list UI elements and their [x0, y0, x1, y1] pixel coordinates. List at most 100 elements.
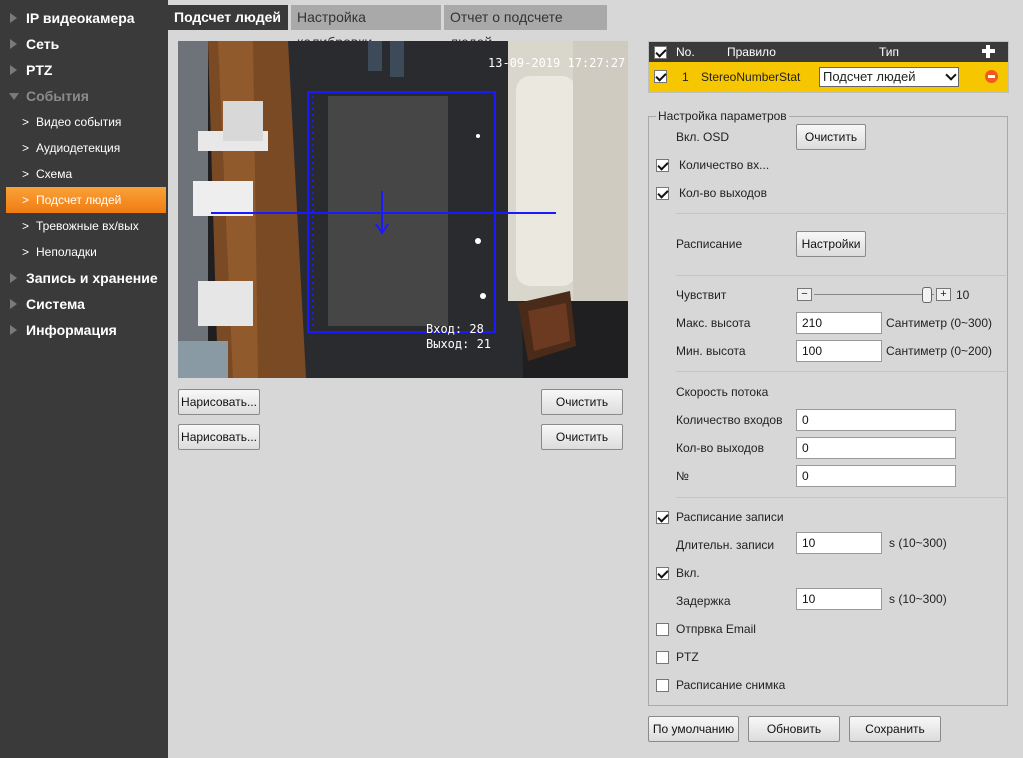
flow-out-label: Кол-во выходов [676, 441, 764, 455]
select-all-checkbox[interactable] [654, 46, 667, 59]
max-height-unit: Сантиметр (0~300) [886, 316, 993, 330]
nav-ptz[interactable]: PTZ [0, 57, 168, 83]
draw-line-button[interactable]: Нарисовать... [178, 424, 260, 450]
record-schedule-checkbox[interactable] [656, 511, 669, 524]
save-button[interactable]: Сохранить [849, 716, 941, 742]
rule-type-value: Подсчет людей [823, 69, 916, 84]
tab-report[interactable]: Отчет о подсчете людей [444, 5, 607, 50]
snapshot-schedule-label: Расписание снимка [676, 678, 786, 692]
separator [676, 371, 1006, 372]
slider-thumb[interactable] [922, 287, 932, 303]
count-out-checkbox[interactable] [656, 187, 669, 200]
col-rule: Правило [727, 45, 776, 59]
nav-label: PTZ [26, 62, 53, 78]
schedule-settings-button[interactable]: Настройки [796, 231, 866, 257]
separator [676, 275, 1006, 276]
draw-region-button[interactable]: Нарисовать... [178, 389, 260, 415]
chevron-right-icon: > [22, 245, 30, 259]
nav-sub-label: Видео события [36, 115, 122, 129]
max-height-label: Макс. высота [676, 316, 751, 330]
caret-right-icon [10, 13, 17, 23]
flow-in-input[interactable]: 0 [796, 409, 956, 431]
video-preview[interactable]: 13-09-2019 17:27:27 Вход: 28 Выход: 21 [178, 41, 628, 378]
ptz-checkbox[interactable] [656, 651, 669, 664]
nav-sub-abnormality[interactable]: > Неполадки [6, 239, 166, 265]
nav-label: IP видеокамера [26, 10, 135, 26]
snapshot-schedule-checkbox[interactable] [656, 679, 669, 692]
rule-row[interactable]: 1 StereoNumberStat Подсчет людей [649, 62, 1008, 92]
nav-sub-scheme[interactable]: > Схема [6, 161, 166, 187]
default-button[interactable]: По умолчанию [648, 716, 739, 742]
delete-rule-icon[interactable] [985, 70, 998, 83]
nav-sub-people-counting[interactable]: > Подсчет людей [6, 187, 166, 213]
nav-label: Информация [26, 322, 117, 338]
nav-sub-alarm-io[interactable]: > Тревожные вх/вых [6, 213, 166, 239]
nav-ip-camera[interactable]: IP видеокамера [0, 5, 168, 31]
nav-system[interactable]: Система [0, 291, 168, 317]
nav-network[interactable]: Сеть [0, 31, 168, 57]
tab-people-counting[interactable]: Подсчет людей [168, 5, 288, 30]
chevron-down-icon [945, 69, 957, 81]
flow-no-input[interactable]: 0 [796, 465, 956, 487]
flow-out-input[interactable]: 0 [796, 437, 956, 459]
caret-right-icon [10, 273, 17, 283]
clear-region-button[interactable]: Очистить [541, 389, 623, 415]
sensitivity-value: 10 [956, 288, 970, 302]
nav-label: События [26, 88, 89, 104]
record-duration-unit: s (10~300) [889, 536, 947, 550]
send-email-label: Отпрвка Email [676, 622, 756, 636]
nav-info[interactable]: Информация [0, 317, 168, 343]
add-rule-icon[interactable] [982, 45, 995, 58]
nav-label: Система [26, 296, 85, 312]
min-height-label: Мин. высота [676, 344, 746, 358]
nav-events[interactable]: События [0, 83, 168, 109]
tab-calibration[interactable]: Настройка калибровки [291, 5, 441, 50]
record-schedule-label: Расписание записи [676, 510, 784, 524]
chevron-right-icon: > [22, 167, 30, 181]
schedule-label: Расписание [676, 237, 743, 251]
record-duration-input[interactable]: 10 [796, 532, 882, 554]
caret-right-icon [10, 39, 17, 49]
nav-label: Запись и хранение [26, 270, 158, 286]
chevron-right-icon: > [22, 115, 30, 129]
parameters-legend: Настройка параметров [656, 109, 789, 123]
nav-storage[interactable]: Запись и хранение [0, 265, 168, 291]
rule-type-select[interactable]: Подсчет людей [819, 67, 959, 87]
flow-in-label: Количество входов [676, 413, 783, 427]
nav-sub-video-events[interactable]: > Видео события [6, 109, 166, 135]
osd-timestamp: 13-09-2019 17:27:27 [488, 56, 626, 70]
count-in-checkbox[interactable] [656, 159, 669, 172]
count-out-label: Кол-во выходов [679, 186, 767, 200]
nav-sub-label: Тревожные вх/вых [36, 219, 139, 233]
caret-down-icon [9, 93, 19, 100]
chevron-right-icon: > [22, 193, 30, 207]
slider-track [814, 294, 934, 295]
flow-speed-label: Скорость потока [676, 385, 769, 399]
rule-name: StereoNumberStat [701, 70, 801, 84]
nav-sub-audio-detection[interactable]: > Аудиодетекция [6, 135, 166, 161]
chevron-right-icon: > [22, 141, 30, 155]
col-type: Тип [879, 45, 900, 59]
caret-right-icon [10, 325, 17, 335]
rule-number: 1 [682, 70, 689, 84]
nav-sub-label: Подсчет людей [36, 193, 122, 207]
delay-unit: s (10~300) [889, 592, 947, 606]
delay-input[interactable]: 10 [796, 588, 882, 610]
rule-enable-checkbox[interactable] [654, 70, 667, 83]
rules-table: No. Правило Тип 1 StereoNumberStat Подсч… [648, 41, 1009, 93]
delay-label: Задержка [676, 594, 731, 608]
nav-sub-label: Неполадки [36, 245, 97, 259]
nav-sub-label: Схема [36, 167, 73, 181]
enable-checkbox[interactable] [656, 567, 669, 580]
plus-icon[interactable]: + [936, 288, 951, 301]
min-height-input[interactable]: 100 [796, 340, 882, 362]
separator [676, 497, 1006, 498]
send-email-checkbox[interactable] [656, 623, 669, 636]
minus-icon[interactable]: − [797, 288, 812, 301]
max-height-input[interactable]: 210 [796, 312, 882, 334]
refresh-button[interactable]: Обновить [748, 716, 840, 742]
clear-line-button[interactable]: Очистить [541, 424, 623, 450]
record-duration-label: Длительн. записи [676, 538, 775, 552]
sensitivity-slider[interactable]: − + [797, 287, 951, 303]
osd-clear-button[interactable]: Очистить [796, 124, 866, 150]
